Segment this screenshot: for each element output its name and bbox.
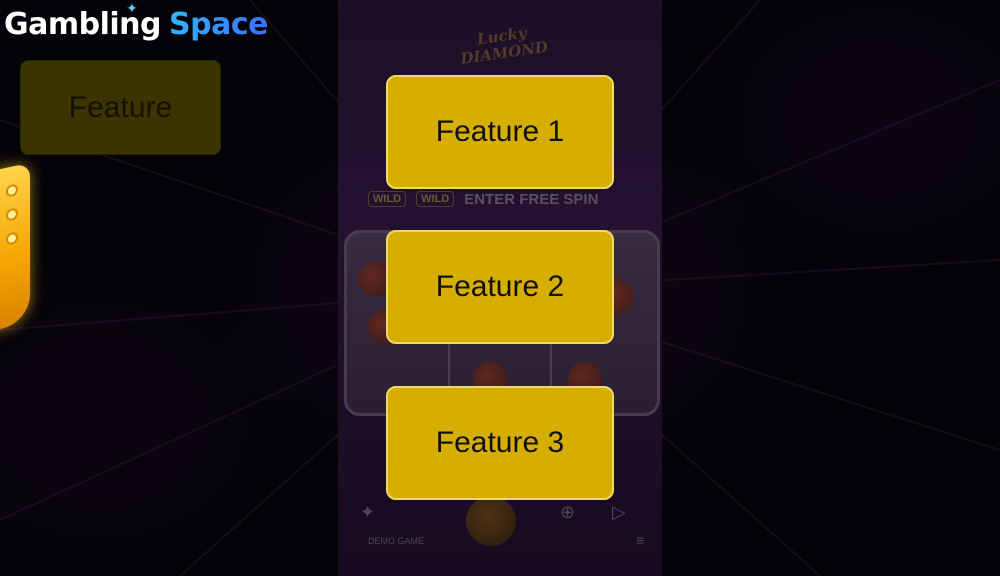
feature-tile-faded: Feature: [20, 60, 221, 155]
sparkle-icon: ✦: [126, 0, 138, 16]
feature-1-label: Feature 1: [435, 115, 565, 148]
dot-icon: [6, 231, 18, 246]
autoplay-icon: ▷: [612, 502, 626, 522]
feature-2-label: Feature 2: [435, 270, 565, 303]
feature-2-button[interactable]: Feature 2: [386, 230, 614, 344]
free-spin-bar: WILD WILD ENTER FREE SPIN: [368, 188, 638, 210]
wild-badge: WILD: [368, 191, 407, 207]
demo-label: DEMO GAME: [368, 536, 425, 546]
spin-button: [466, 496, 516, 546]
brand-name-part2: Space: [169, 6, 268, 42]
dim-overlay-right: [662, 0, 1000, 576]
free-spin-text: ENTER FREE SPIN: [464, 190, 599, 208]
feature-3-label: Feature 3: [435, 426, 565, 459]
wild-badge: WILD: [416, 191, 455, 207]
game-stage: Lucky DIAMOND WILD WILD ENTER FREE SPIN …: [0, 0, 1000, 576]
dot-icon: [6, 183, 18, 198]
game-logo: Lucky DIAMOND: [446, 21, 560, 70]
settings-icon: ✦: [360, 502, 376, 522]
dot-icon: [6, 207, 18, 222]
plus-icon: ⊕: [560, 502, 576, 522]
side-menu-tab[interactable]: [0, 162, 30, 334]
menu-icon: ≡: [636, 532, 645, 548]
feature-1-button[interactable]: Feature 1: [386, 75, 614, 189]
feature-tile-faded-label: Feature: [68, 90, 173, 124]
game-bottom-bar: ✦ ⊕ ▷ DEMO GAME ≡: [338, 490, 662, 576]
feature-3-button[interactable]: Feature 3: [386, 386, 614, 500]
